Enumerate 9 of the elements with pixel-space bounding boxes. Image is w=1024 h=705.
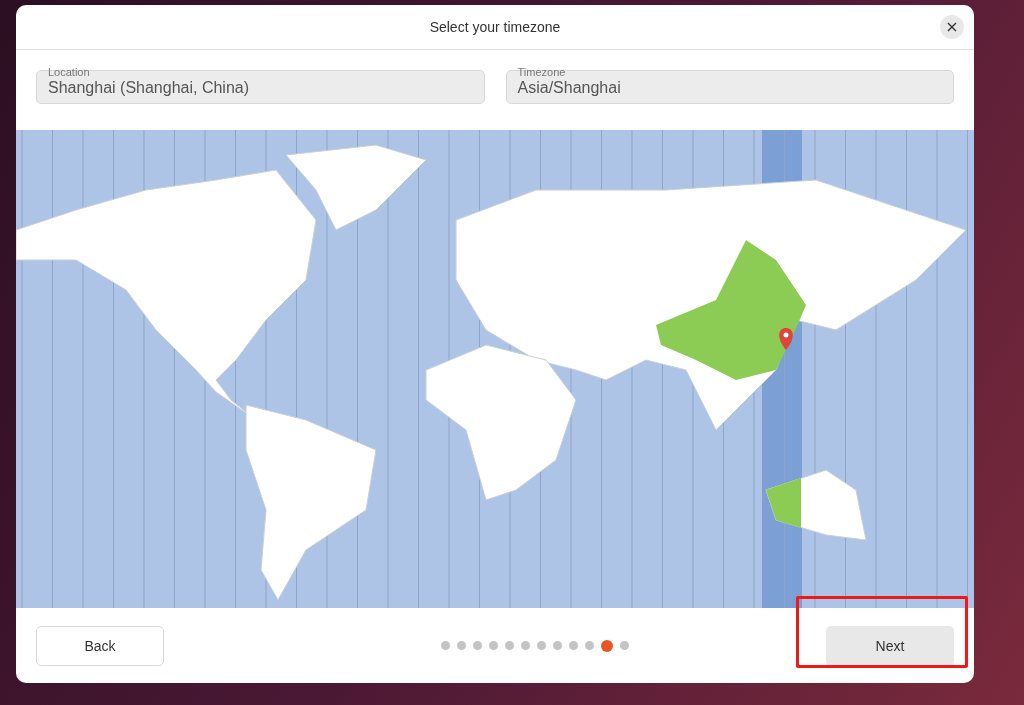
field-value: Shanghai (Shanghai, China) bbox=[48, 78, 251, 97]
text-field[interactable]: Timezone Asia/Shanghai bbox=[505, 70, 954, 104]
text-field[interactable]: Location Shanghai (Shanghai, China) bbox=[36, 70, 485, 104]
field-value: Asia/Shanghai bbox=[517, 78, 622, 97]
close-button[interactable]: × bbox=[940, 15, 964, 39]
world-map-drawing[interactable] bbox=[16, 130, 974, 608]
back-button[interactable]: Back bbox=[36, 625, 164, 666]
next-button[interactable]: Next bbox=[826, 625, 954, 666]
window-title: Select your timezone bbox=[429, 19, 561, 35]
